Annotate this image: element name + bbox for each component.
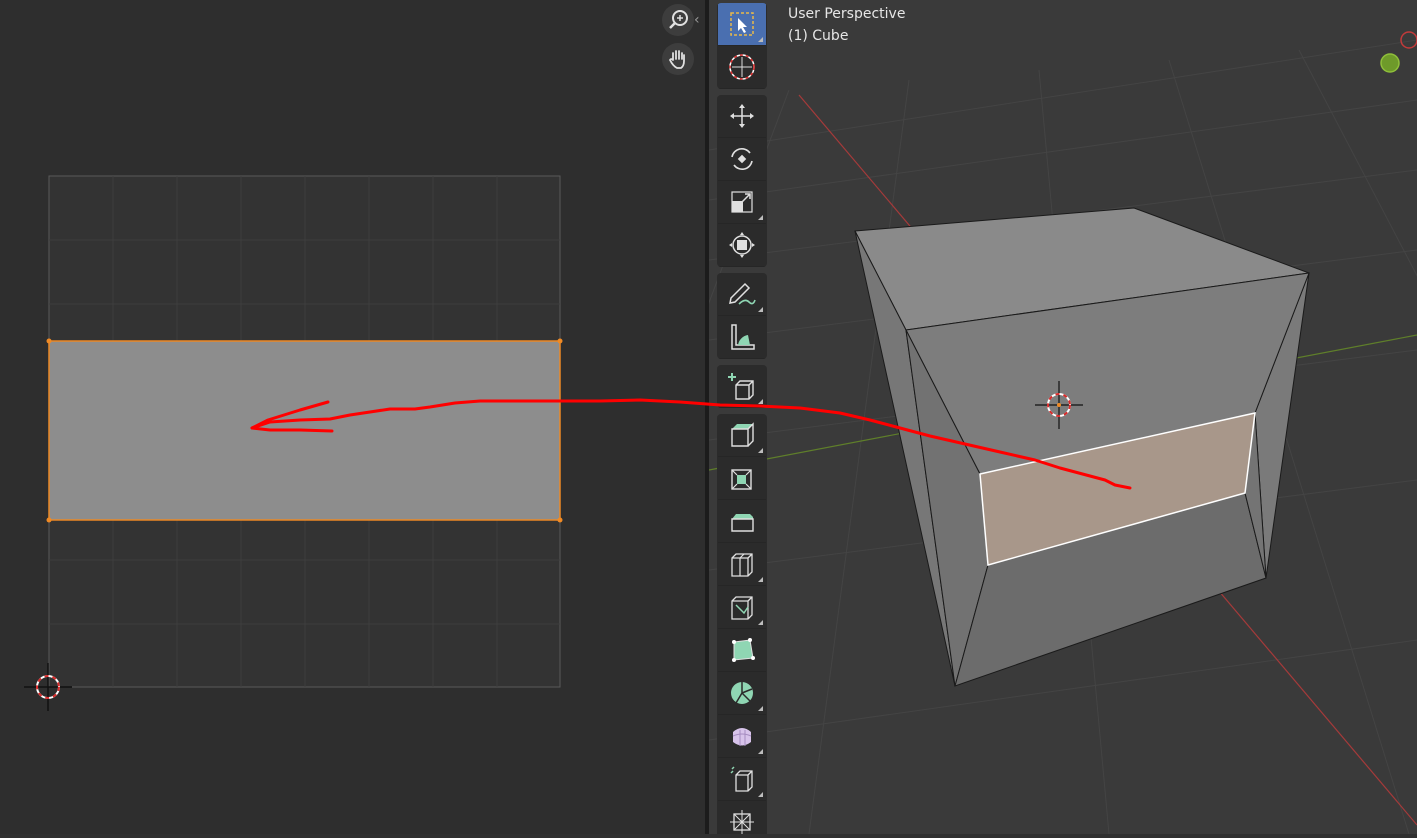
smooth-tool[interactable] (718, 715, 766, 758)
move-tool[interactable] (718, 95, 766, 138)
knife-icon (731, 596, 753, 620)
viewport-canvas[interactable] (709, 0, 1417, 834)
transform-tool[interactable] (718, 224, 766, 267)
pan-button[interactable] (662, 43, 694, 75)
spin-icon (731, 682, 753, 704)
object-name-label: (1) Cube (788, 28, 849, 44)
add-tool-group (717, 365, 767, 408)
add-cube-icon (728, 373, 754, 400)
loop-cut-icon (731, 553, 753, 577)
smooth-icon (732, 728, 752, 746)
bevel-tool[interactable] (718, 500, 766, 543)
cursor-tool[interactable] (718, 46, 766, 89)
selected-uv-face (48, 340, 561, 521)
scale-tool[interactable] (718, 181, 766, 224)
pencil-icon (729, 282, 756, 305)
add-cube-tool[interactable] (718, 365, 766, 408)
rotate-tool[interactable] (718, 138, 766, 181)
rotate-icon (731, 148, 753, 170)
measure-tool[interactable] (718, 316, 766, 359)
extrude-region-tool[interactable] (718, 414, 766, 457)
ruler-icon (731, 324, 755, 350)
view-name-label: User Perspective (788, 6, 906, 22)
select-box-tool[interactable] (718, 3, 766, 46)
loop-cut-tool[interactable] (718, 543, 766, 586)
3d-viewport[interactable]: User Perspective (1) Cube (709, 0, 1417, 834)
edge-slide-icon (730, 766, 753, 792)
mesh-tool-group (717, 414, 767, 834)
scale-icon (731, 191, 753, 213)
inset-icon (731, 469, 752, 490)
zoom-icon (669, 10, 688, 29)
move-icon (730, 104, 754, 128)
inset-faces-tool[interactable] (718, 457, 766, 500)
cursor-icon (729, 54, 755, 80)
select-tool-group (717, 3, 767, 89)
shrink-fatten-icon (730, 810, 754, 834)
annotate-tool-group (717, 273, 767, 359)
annotate-tool[interactable] (718, 273, 766, 316)
transform-tool-group (717, 95, 767, 267)
knife-tool[interactable] (718, 586, 766, 629)
transform-icon (729, 232, 755, 258)
poly-build-icon (732, 638, 755, 662)
uv-canvas[interactable] (0, 0, 705, 834)
poly-build-tool[interactable] (718, 629, 766, 672)
gizmo-y-axis-icon (1380, 53, 1400, 73)
hand-pan-icon (668, 50, 685, 69)
tool-shelf (717, 3, 767, 834)
extrude-icon (731, 422, 754, 447)
shrink-fatten-tool[interactable] (718, 801, 766, 834)
uv-editor[interactable]: ‹ (0, 0, 705, 834)
bevel-icon (731, 514, 754, 532)
zoom-button[interactable] (662, 4, 694, 36)
select-box-icon (730, 12, 754, 36)
edge-slide-tool[interactable] (718, 758, 766, 801)
spin-tool[interactable] (718, 672, 766, 715)
